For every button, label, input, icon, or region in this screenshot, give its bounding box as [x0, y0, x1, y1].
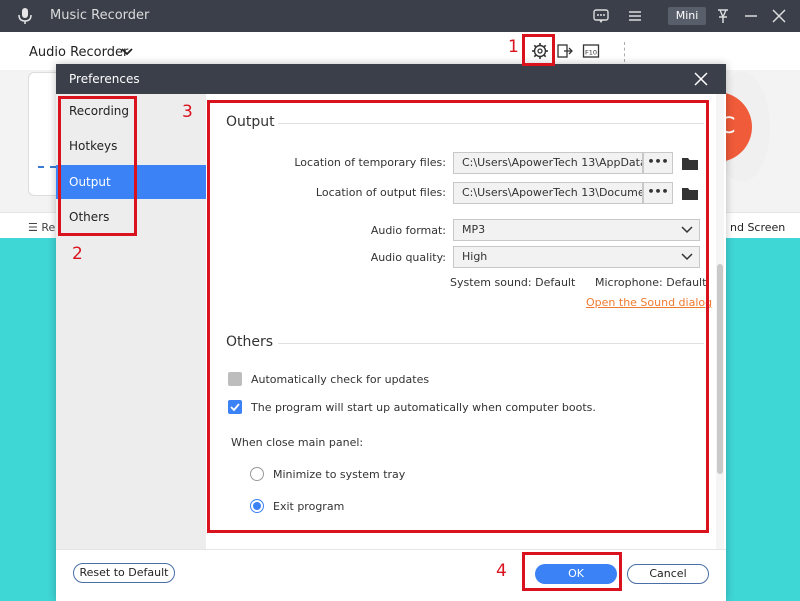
annotation-number-1: 1: [508, 37, 519, 57]
toolbar-separator: [624, 42, 625, 62]
scrollbar-thumb[interactable]: [717, 264, 723, 474]
dialog-header: Preferences: [56, 64, 726, 94]
export-icon[interactable]: [556, 42, 574, 60]
annotation-number-4: 4: [496, 561, 507, 581]
minimize-icon[interactable]: [742, 7, 760, 25]
annotation-box-content: [207, 100, 709, 533]
annotation-number-2: 2: [72, 244, 83, 264]
close-window-icon[interactable]: [770, 7, 788, 25]
record-screen-link[interactable]: nd Screen: [730, 221, 785, 234]
reset-to-default-button[interactable]: Reset to Default: [73, 563, 175, 583]
cancel-button[interactable]: Cancel: [627, 564, 709, 584]
feedback-icon[interactable]: [592, 7, 610, 25]
pin-icon[interactable]: [714, 7, 732, 25]
waveform-indicator: [38, 166, 56, 168]
record-list-link[interactable]: ☰ Re: [28, 221, 55, 234]
dialog-title: Preferences: [69, 72, 140, 86]
annotation-box-sidebar: [58, 96, 137, 236]
annotation-number-3: 3: [182, 102, 193, 122]
microphone-logo-icon: [18, 8, 32, 24]
annotation-box-settings: [522, 34, 555, 66]
svg-text:F10: F10: [585, 49, 597, 57]
chevron-down-icon[interactable]: [120, 47, 134, 57]
close-icon[interactable]: [694, 72, 708, 86]
mode-selector[interactable]: Audio Recorder: [29, 45, 128, 60]
mini-mode-button[interactable]: Mini: [668, 7, 706, 25]
annotation-box-ok: [522, 552, 622, 591]
title-bar: Music Recorder Mini: [0, 0, 800, 32]
menu-icon[interactable]: [626, 7, 644, 25]
app-title: Music Recorder: [50, 8, 150, 23]
fullscreen-icon[interactable]: F10: [582, 42, 600, 60]
